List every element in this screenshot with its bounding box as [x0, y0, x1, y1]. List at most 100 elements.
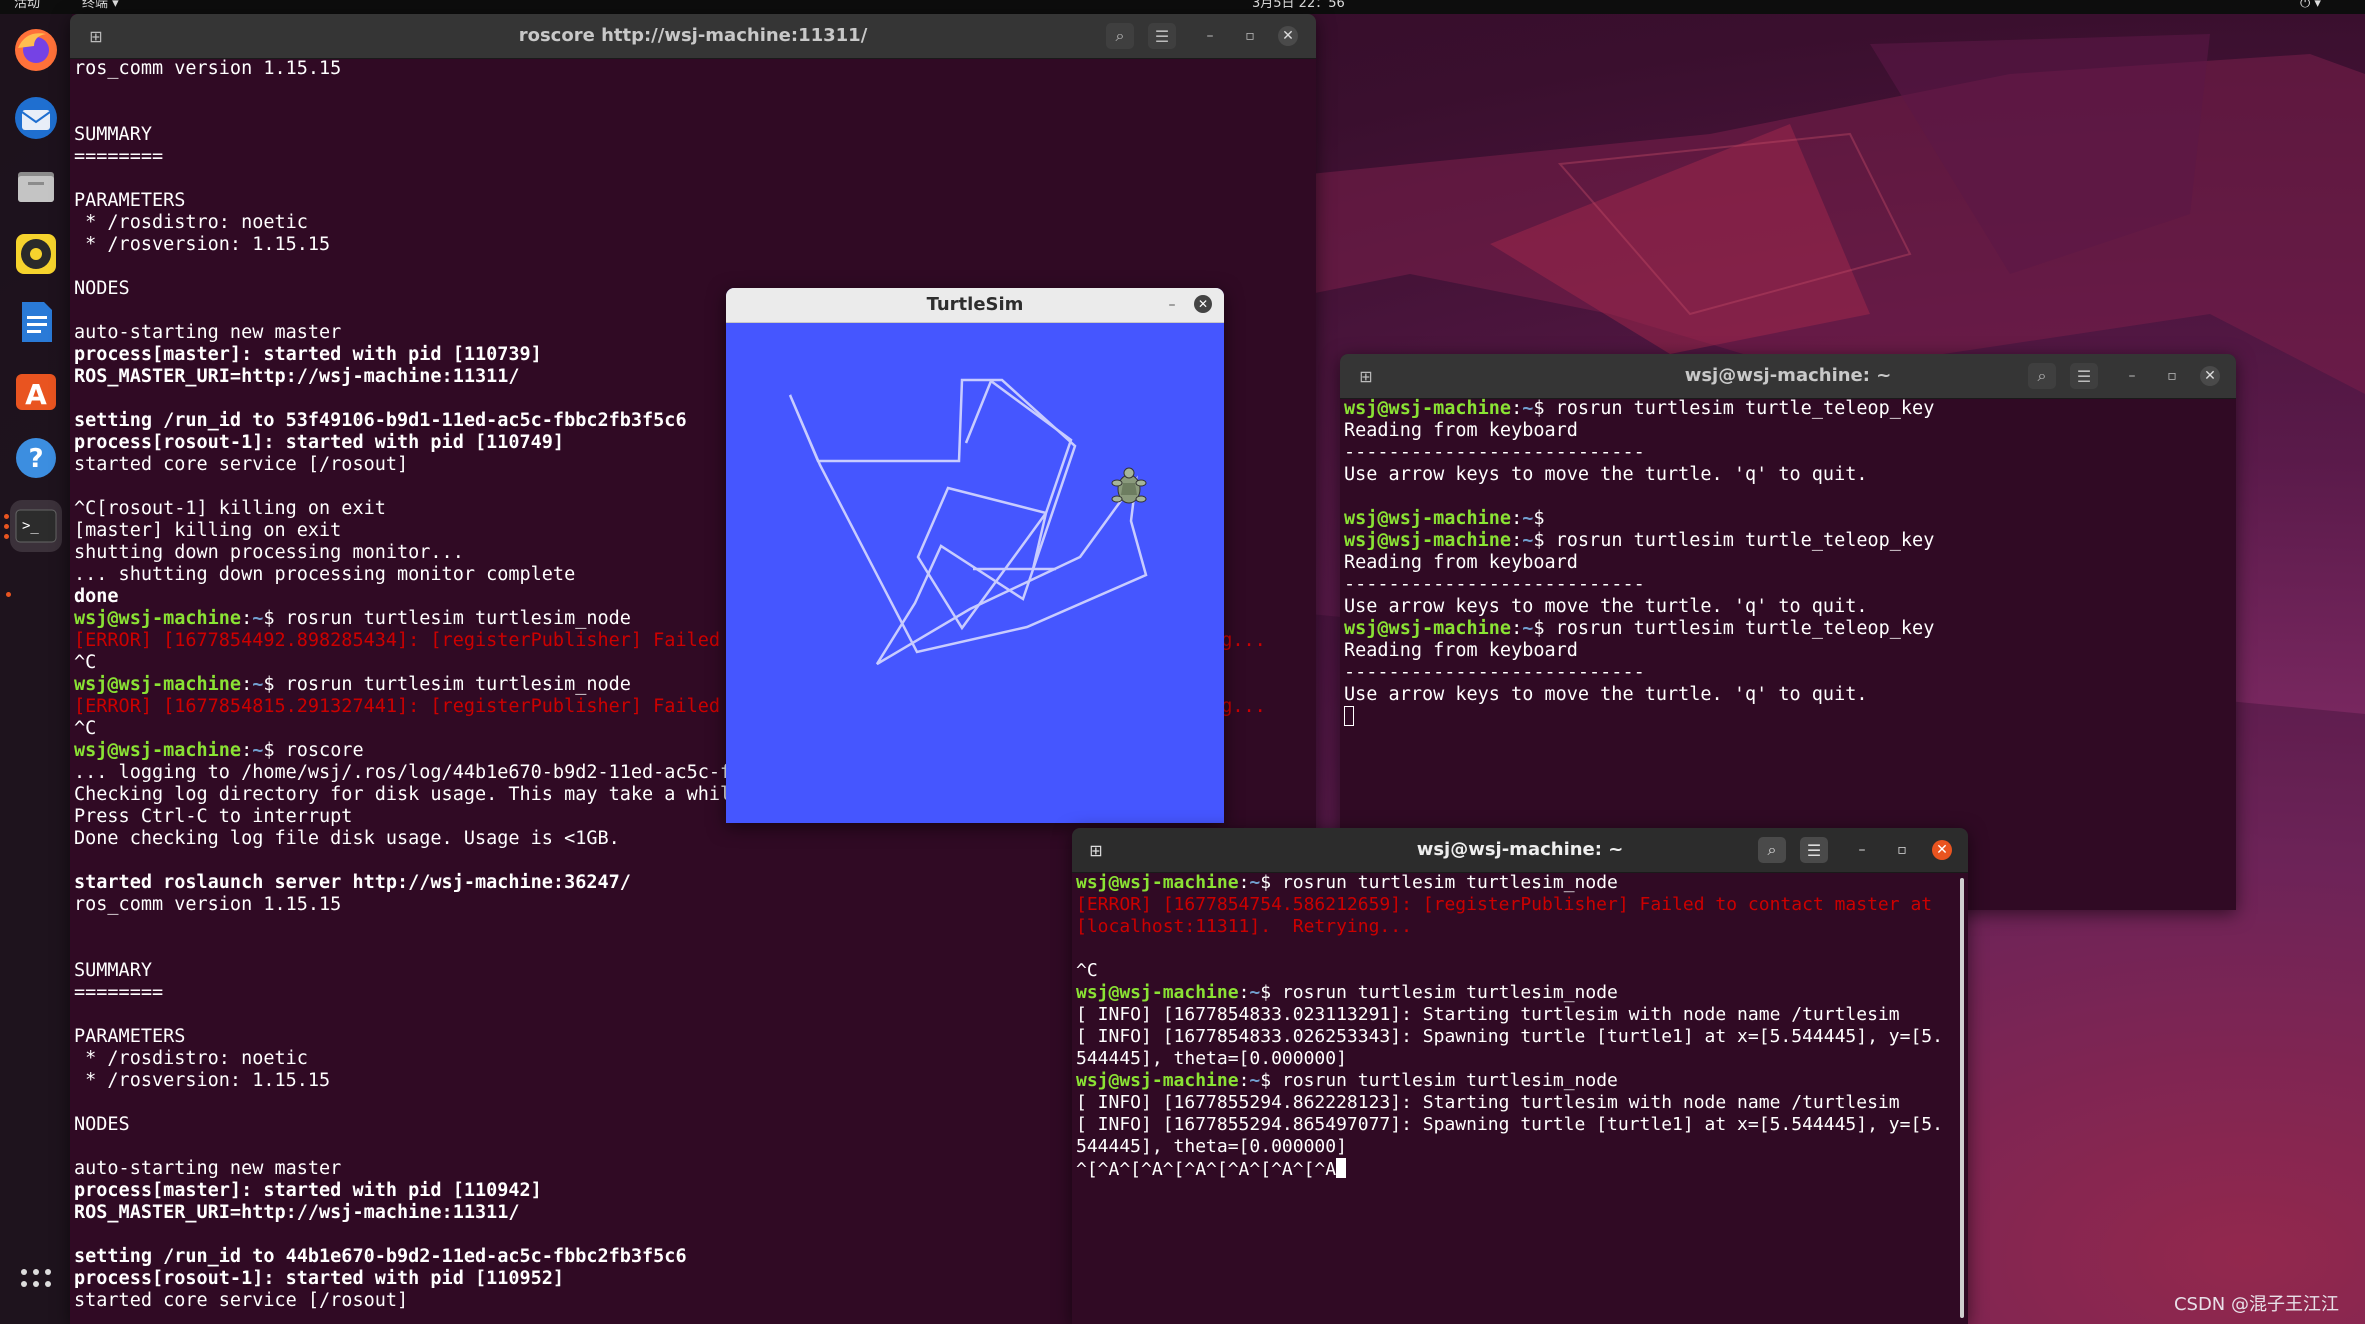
window-title: wsj@wsj-machine: ~: [1684, 365, 1892, 386]
output-text: Use arrow keys to move the turtle. 'q' t…: [1344, 464, 1868, 485]
minimize-icon[interactable]: –: [1200, 26, 1220, 46]
search-icon[interactable]: ⌕: [2028, 363, 2056, 389]
maximize-icon[interactable]: ▫: [1892, 840, 1912, 860]
text-cursor: [1344, 706, 1354, 726]
writer-icon[interactable]: [10, 296, 62, 348]
output-text: ---------------------------: [1344, 662, 1645, 683]
prompt-user: wsj@wsj-machine: [1344, 508, 1512, 529]
output-text: Reading from keyboard: [1344, 640, 1578, 661]
close-icon[interactable]: ✕: [2200, 366, 2220, 386]
turtlesim-window[interactable]: TurtleSim – ✕: [726, 288, 1224, 823]
output-text: [ INFO] [1677855294.862228123]: Starting…: [1076, 1092, 1900, 1113]
output-text: [ INFO] [1677854833.026253343]: Spawning…: [1076, 1026, 1943, 1047]
terminal-output[interactable]: wsj@wsj-machine:~$ rosrun turtlesim turt…: [1072, 872, 1968, 1324]
window-title: wsj@wsj-machine: ~: [1416, 839, 1624, 860]
prompt-colon: :: [1238, 982, 1250, 1003]
output-text: ros_comm version 1.15.15: [74, 58, 342, 79]
prompt-path: ~: [252, 674, 264, 695]
titlebar[interactable]: ⊞ roscore http://wsj-machine:11311/ ⌕ ☰ …: [70, 14, 1316, 59]
terminal-icon[interactable]: >_: [10, 500, 62, 552]
prompt-symbol: $: [1533, 618, 1556, 639]
terminal-line: ^C: [1076, 960, 1968, 982]
menu-icon[interactable]: ☰: [1148, 23, 1176, 49]
activities-button[interactable]: 活动: [14, 0, 40, 11]
minimize-icon[interactable]: –: [1852, 840, 1872, 860]
system-menu-icon[interactable]: ⏻ ▾: [2300, 0, 2321, 11]
titlebar[interactable]: TurtleSim – ✕: [726, 288, 1224, 323]
output-text: [ INFO] [1677855294.865497077]: Spawning…: [1076, 1114, 1943, 1135]
prompt-user: wsj@wsj-machine: [1076, 872, 1239, 893]
running-indicator: [4, 524, 9, 529]
menu-icon[interactable]: ☰: [1800, 837, 1828, 863]
output-text: Use arrow keys to move the turtle. 'q' t…: [1344, 596, 1868, 617]
output-text: [localhost:11311]. Retrying...: [1076, 916, 1412, 937]
output-text: setting /run_id to 44b1e670-b9d2-11ed-ac…: [74, 1246, 687, 1267]
output-text: ... logging to /home/wsj/.ros/log/44b1e6…: [74, 762, 732, 783]
titlebar[interactable]: ⊞ wsj@wsj-machine: ~ ⌕ ☰ – ▫ ✕: [1072, 828, 1968, 873]
watermark: CSDN @混子王江江: [2173, 1294, 2339, 1315]
output-text: Press Ctrl-C to interrupt: [74, 806, 353, 827]
terminal-line: Reading from keyboard: [1344, 420, 2236, 442]
output-text: SUMMARY: [74, 124, 152, 145]
output-text: Reading from keyboard: [1344, 552, 1578, 573]
output-text: ^C: [74, 718, 97, 739]
search-icon[interactable]: ⌕: [1106, 23, 1134, 49]
prompt-path: ~: [1249, 982, 1261, 1003]
clock[interactable]: 3月5日 22：56: [1252, 0, 1345, 11]
titlebar[interactable]: ⊞ wsj@wsj-machine: ~ ⌕ ☰ – ▫ ✕: [1340, 354, 2236, 399]
command-text: roscore: [285, 740, 364, 761]
output-text: NODES: [74, 278, 130, 299]
prompt-path: ~: [1522, 398, 1534, 419]
output-text: PARAMETERS: [74, 1026, 186, 1047]
apps-grid-icon[interactable]: [10, 1258, 62, 1310]
terminal-line: * /rosdistro: noetic: [74, 212, 1316, 234]
prompt-symbol: $: [1260, 982, 1282, 1003]
firefox-icon[interactable]: [10, 24, 62, 76]
terminal-line: ---------------------------: [1344, 574, 2236, 596]
app-menu[interactable]: 终端 ▾: [82, 0, 119, 11]
close-icon[interactable]: ✕: [1278, 26, 1298, 46]
output-text: ^[^A^[^A^[^A^[^A^[^A^[^A: [1076, 1159, 1337, 1180]
maximize-icon[interactable]: ▫: [2162, 366, 2182, 386]
prompt-symbol: $: [1533, 398, 1556, 419]
command-text: rosrun turtlesim turtle_teleop_key: [1555, 398, 1935, 419]
prompt-user: wsj@wsj-machine: [1344, 530, 1512, 551]
thunderbird-icon[interactable]: [10, 92, 62, 144]
minimize-icon[interactable]: –: [1162, 295, 1182, 315]
output-text: 544445], theta=[0.000000]: [1076, 1136, 1347, 1157]
help-icon[interactable]: ?: [10, 432, 62, 484]
output-text: ROS_MASTER_URI=http://wsj-machine:11311/: [74, 1202, 520, 1223]
rhythmbox-icon[interactable]: [10, 228, 62, 280]
terminal-line: [localhost:11311]. Retrying...: [1076, 916, 1968, 938]
close-icon[interactable]: ✕: [1194, 295, 1212, 313]
prompt-user: wsj@wsj-machine: [74, 608, 242, 629]
minimize-icon[interactable]: –: [2122, 366, 2142, 386]
close-icon[interactable]: ✕: [1932, 840, 1952, 860]
output-text: PARAMETERS: [74, 190, 186, 211]
output-text: Checking log directory for disk usage. T…: [74, 784, 743, 805]
output-text: setting /run_id to 53f49106-b9d1-11ed-ac…: [74, 410, 687, 431]
terminal-line: wsj@wsj-machine:~$ rosrun turtlesim turt…: [1344, 398, 2236, 420]
files-icon[interactable]: [10, 160, 62, 212]
output-text: started core service [/rosout]: [74, 1290, 409, 1311]
turtlesim-node-terminal-window[interactable]: ⊞ wsj@wsj-machine: ~ ⌕ ☰ – ▫ ✕ wsj@wsj-m…: [1072, 828, 1968, 1324]
output-text: ---------------------------: [1344, 442, 1645, 463]
output-text: ROS_MASTER_URI=http://wsj-machine:11311/: [74, 366, 520, 387]
prompt-symbol: $: [263, 740, 286, 761]
terminal-line: Use arrow keys to move the turtle. 'q' t…: [1344, 464, 2236, 486]
menu-icon[interactable]: ☰: [2070, 363, 2098, 389]
output-text: done: [74, 586, 119, 607]
prompt-user: wsj@wsj-machine: [1076, 1070, 1239, 1091]
teleop-terminal-window[interactable]: ⊞ wsj@wsj-machine: ~ ⌕ ☰ – ▫ ✕ wsj@wsj-m…: [1340, 354, 2236, 910]
prompt-user: wsj@wsj-machine: [74, 674, 242, 695]
maximize-icon[interactable]: ▫: [1240, 26, 1260, 46]
dock: A ? >_: [0, 14, 72, 1324]
search-icon[interactable]: ⌕: [1758, 837, 1786, 863]
scrollbar[interactable]: [1960, 878, 1964, 1318]
prompt-colon: :: [1511, 398, 1523, 419]
output-text: ^C[rosout-1] killing on exit: [74, 498, 386, 519]
svg-text:A: A: [25, 378, 47, 411]
software-icon[interactable]: A: [10, 364, 62, 416]
